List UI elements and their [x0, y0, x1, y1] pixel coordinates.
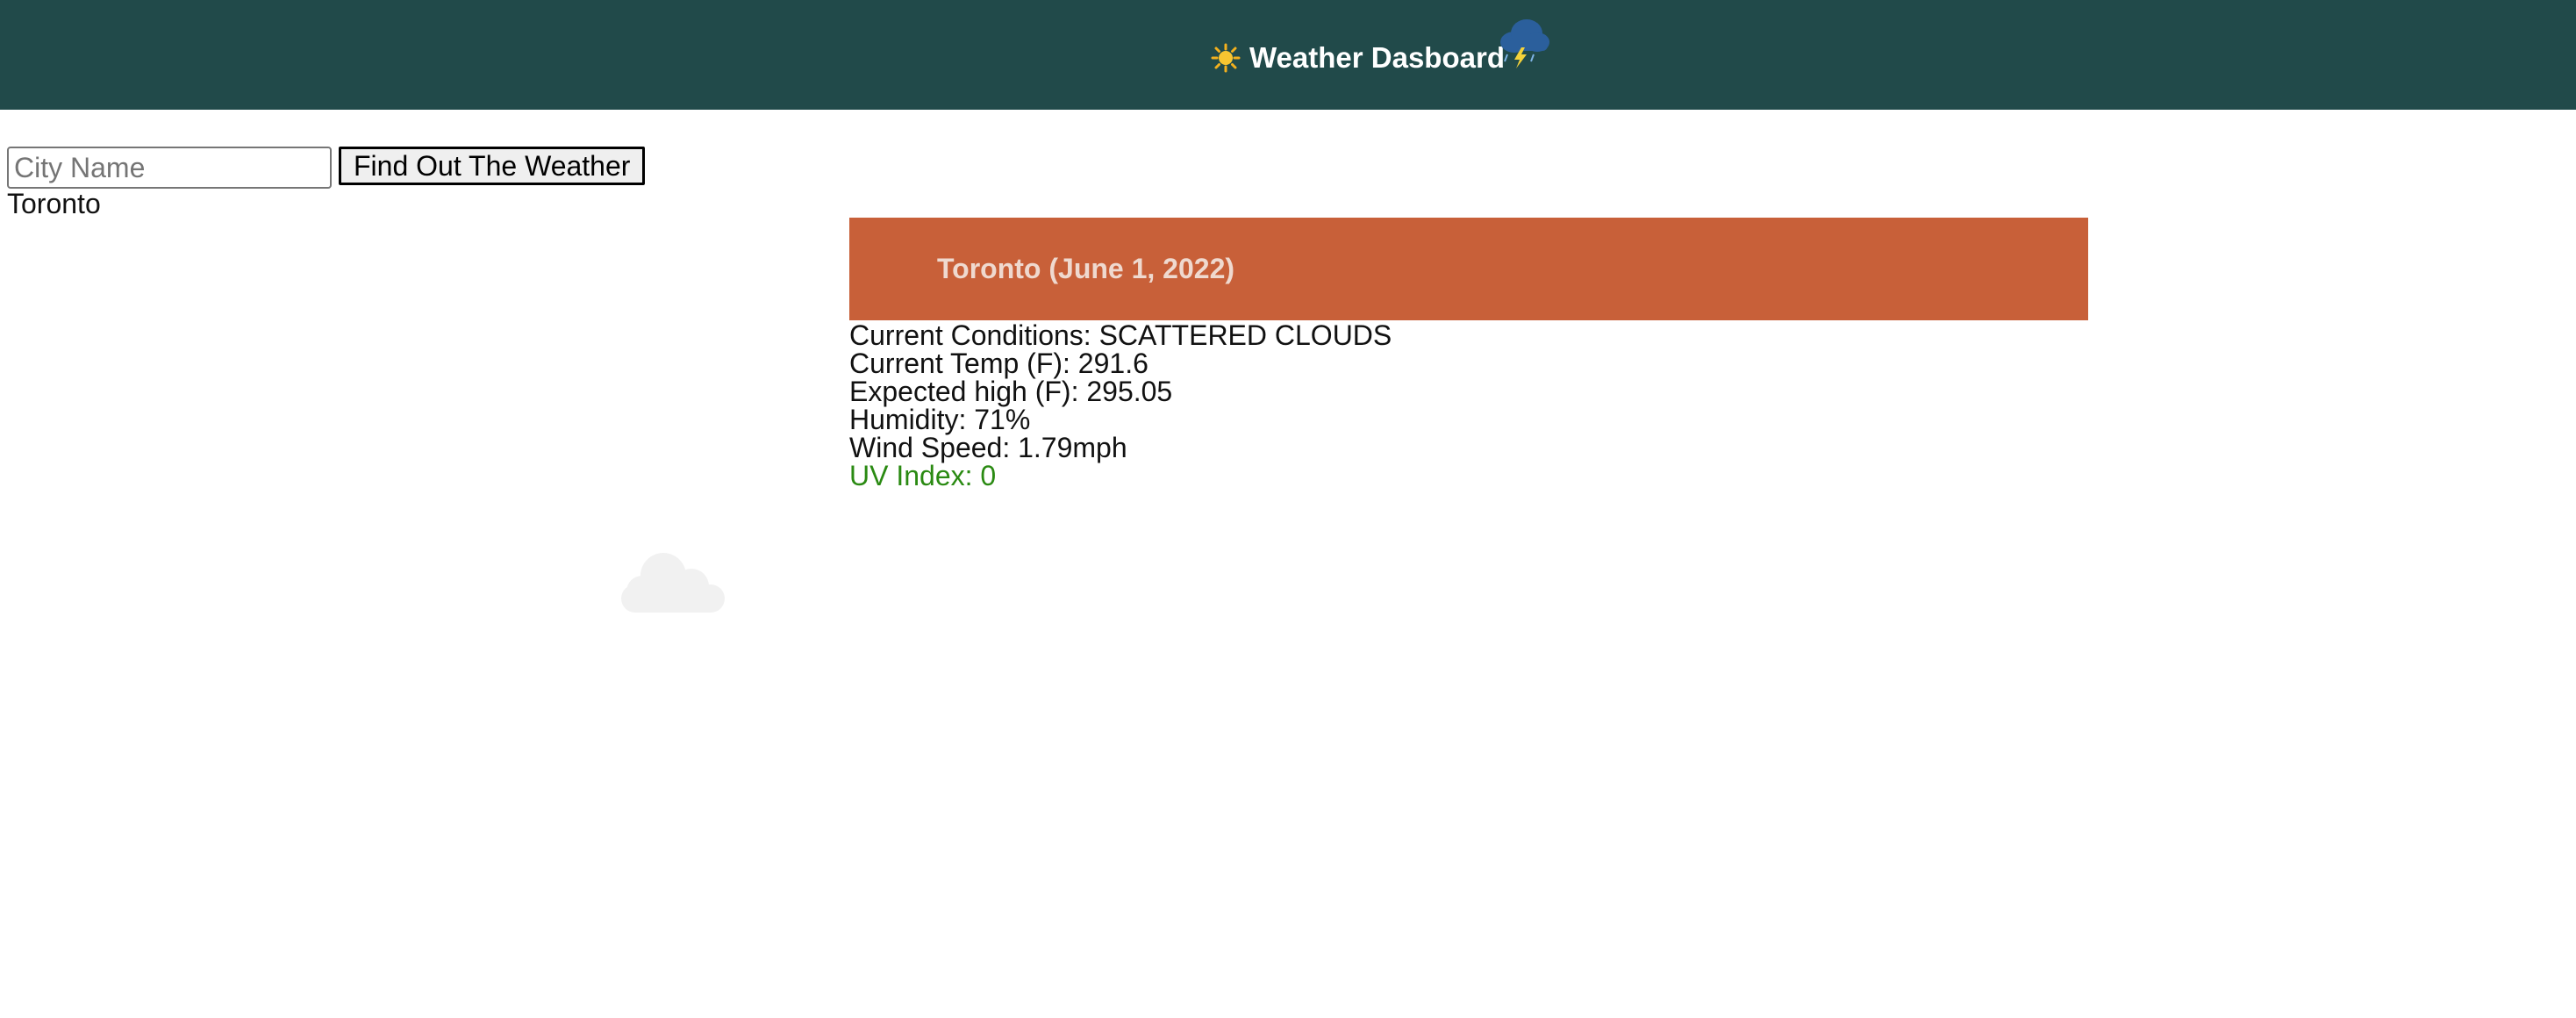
thunderstorm-cloud-icon: [1500, 19, 1549, 68]
city-search-input[interactable]: [7, 147, 332, 189]
humidity: Humidity: 71%: [849, 404, 1031, 435]
current-weather-details: Current Conditions: SCATTERED CLOUDS Cur…: [849, 321, 1392, 490]
current-weather-header: Toronto (June 1, 2022): [849, 218, 2088, 320]
current-temp: Current Temp (F): 291.6: [849, 348, 1148, 379]
sun-icon: [1211, 43, 1241, 73]
header-title-text: Weather Dasboard: [1249, 41, 1505, 74]
current-weather-title: Toronto (June 1, 2022): [937, 253, 1235, 284]
header-title: Weather Dasboard: [1211, 35, 1505, 81]
search-history-item[interactable]: Toronto: [7, 186, 101, 221]
wind-speed: Wind Speed: 1.79mph: [849, 432, 1127, 463]
search-row: Find Out The Weather: [7, 147, 646, 189]
uv-index: UV Index: 0: [849, 460, 997, 491]
current-conditions: Current Conditions: SCATTERED CLOUDS: [849, 319, 1392, 351]
expected-high: Expected high (F): 295.05: [849, 376, 1173, 407]
find-weather-button[interactable]: Find Out The Weather: [339, 147, 646, 185]
page-header: Weather Dasboard: [0, 0, 2576, 110]
cloud-icon: [621, 553, 725, 613]
